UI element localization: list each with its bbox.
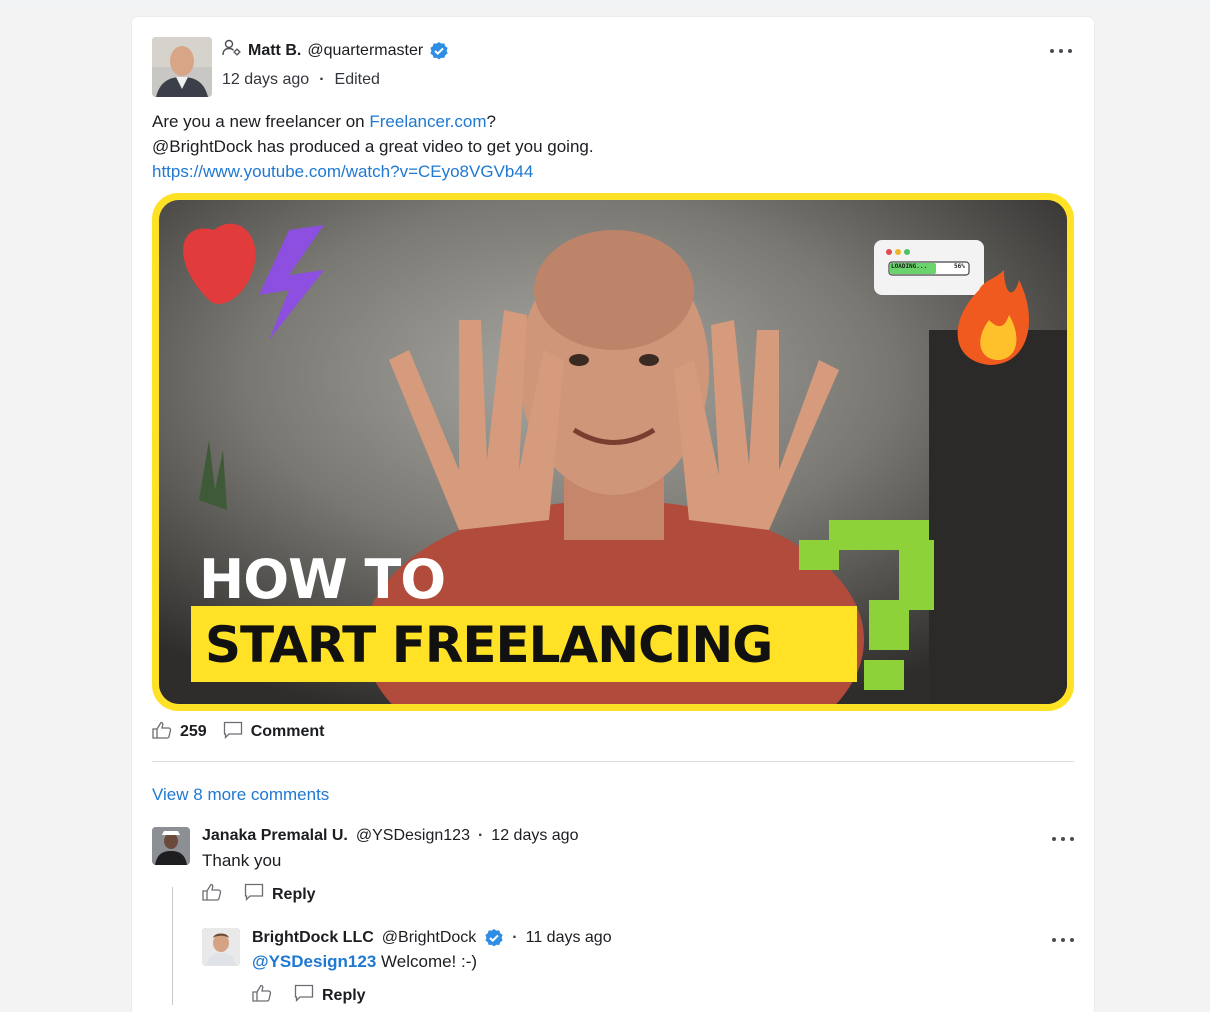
reply-more-options-icon[interactable] (1052, 936, 1074, 944)
comment-timestamp[interactable]: 12 days ago (491, 827, 578, 845)
thumbnail-title-line1: HOW TO (199, 548, 446, 611)
comment-actions: Reply (202, 883, 316, 906)
comment-bubble-icon (294, 984, 314, 1007)
thumbs-up-icon[interactable] (202, 883, 222, 906)
reply-header: BrightDock LLC @BrightDock · 11 days ago (252, 928, 612, 948)
reply-actions: Reply (252, 984, 366, 1007)
thread-line (172, 887, 173, 1005)
thumbs-up-icon (152, 721, 172, 744)
reply-button[interactable]: Reply (294, 984, 366, 1007)
reply-label: Reply (272, 885, 316, 903)
comment-more-options-icon[interactable] (1052, 835, 1074, 843)
post-more-options-icon[interactable] (1050, 47, 1072, 55)
like-count: 259 (180, 723, 207, 740)
post-body-line2: @BrightDock has produced a great video t… (152, 137, 594, 156)
replier-avatar[interactable] (202, 928, 240, 966)
post-text-suffix: ? (486, 112, 496, 131)
freelancer-link[interactable]: Freelancer.com (369, 112, 486, 131)
verified-badge-icon (484, 928, 504, 948)
post-card: Matt B. @quartermaster 12 days ago · Edi… (132, 17, 1094, 1012)
thumbnail-image: HOW TO START FREELANCING LOADING... 56% (159, 200, 1067, 704)
video-thumbnail[interactable]: HOW TO START FREELANCING LOADING... 56% (152, 193, 1074, 711)
author-name[interactable]: Matt B. (248, 42, 301, 60)
mention-link[interactable]: @YSDesign123 (252, 952, 376, 971)
loading-badge-percent: 56% (954, 263, 965, 270)
comment-button[interactable]: Comment (223, 721, 325, 744)
post-actions: 259 Comment (152, 719, 324, 745)
author-avatar[interactable] (152, 37, 212, 97)
separator-dot: · (319, 71, 325, 88)
comment-bubble-icon (223, 721, 243, 744)
comment-label: Comment (250, 723, 325, 740)
separator-dot: · (477, 827, 484, 844)
loading-badge-text: LOADING... (891, 263, 928, 270)
user-settings-icon (222, 39, 242, 62)
like-button[interactable]: 259 (152, 721, 207, 744)
divider (152, 761, 1074, 762)
reply-button[interactable]: Reply (244, 883, 316, 906)
replier-handle[interactable]: @BrightDock (382, 929, 477, 947)
thumbnail-title-line2: START FREELANCING (205, 616, 773, 674)
post-header: Matt B. @quartermaster 12 days ago · Edi… (152, 37, 1072, 97)
reply-timestamp[interactable]: 11 days ago (526, 929, 612, 947)
verified-badge-icon (429, 41, 449, 61)
author-handle[interactable]: @quartermaster (307, 42, 423, 60)
comment-bubble-icon (244, 883, 264, 906)
comment-header: Janaka Premalal U. @YSDesign123 · 12 day… (202, 827, 578, 845)
post-text: Are you a new freelancer on (152, 112, 370, 131)
post-body-line1: Are you a new freelancer on Freelancer.c… (152, 109, 1072, 134)
replier-name[interactable]: BrightDock LLC (252, 929, 374, 947)
reply-body: Welcome! :-) (376, 952, 478, 971)
thumbs-up-icon[interactable] (252, 984, 272, 1007)
commenter-avatar[interactable] (152, 827, 190, 865)
post-timestamp[interactable]: 12 days ago (222, 71, 309, 89)
post-meta: 12 days ago · Edited (222, 71, 380, 89)
commenter-name[interactable]: Janaka Premalal U. (202, 827, 348, 845)
edited-label: Edited (334, 71, 380, 88)
post-body: Are you a new freelancer on Freelancer.c… (152, 109, 1072, 184)
view-more-comments-link[interactable]: View 8 more comments (152, 785, 329, 805)
author-line: Matt B. @quartermaster (222, 39, 449, 62)
separator-dot: · (512, 929, 518, 946)
reply-label: Reply (322, 986, 366, 1004)
comment-text: Thank you (202, 851, 282, 870)
youtube-link[interactable]: https://www.youtube.com/watch?v=CEyo8VGV… (152, 162, 533, 181)
reply-text: @YSDesign123 Welcome! :-) (252, 952, 477, 972)
commenter-handle[interactable]: @YSDesign123 (356, 827, 470, 845)
